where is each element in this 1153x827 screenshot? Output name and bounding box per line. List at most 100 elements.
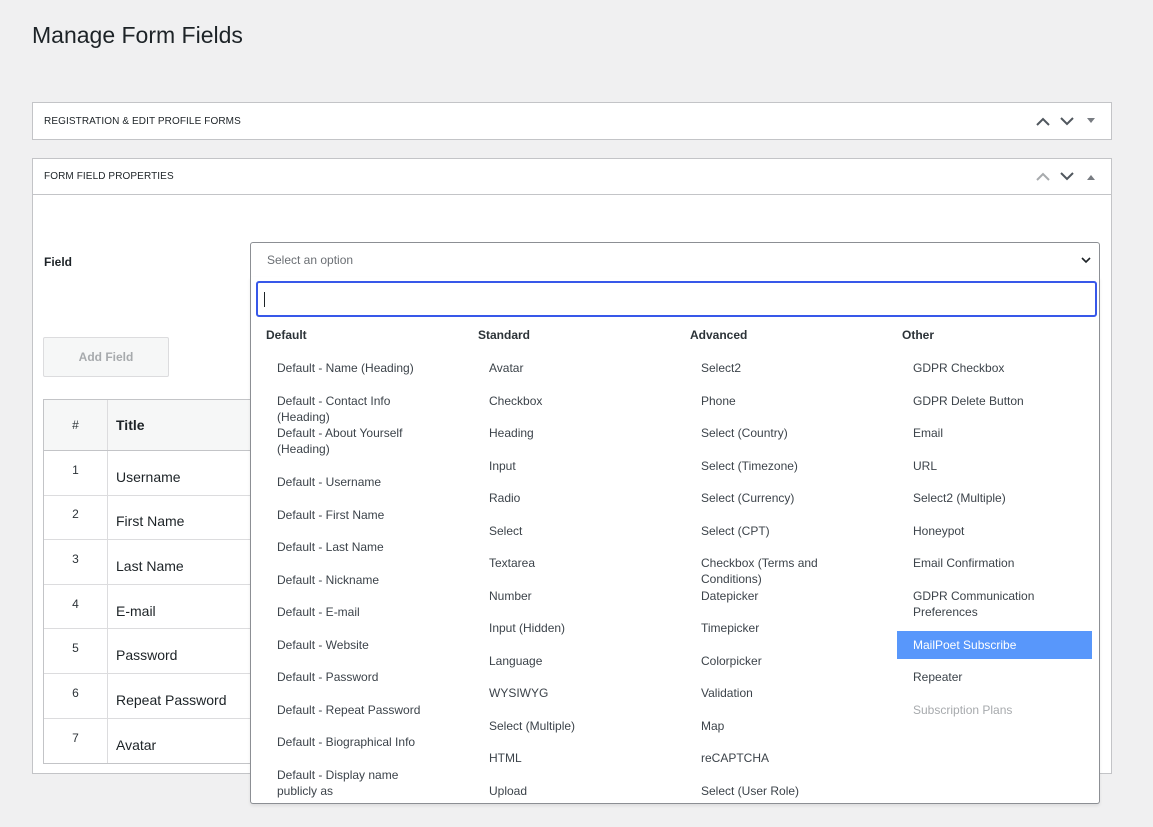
dropdown-option[interactable]: Validation [685,679,880,707]
dropdown-option[interactable]: Default - Contact Info (Heading) [261,387,456,424]
dropdown-option[interactable]: Default - Display name publicly as [261,761,456,798]
column-header-number: # [44,400,108,450]
row-title: First Name [116,513,185,530]
option-group-advanced: Advanced Select2 Phone Select (Country) Sele… [680,327,892,798]
dropdown-option[interactable]: Select (CPT) [685,517,880,545]
dropdown-option[interactable]: Default - Repeat Password [261,696,456,724]
dropdown-option[interactable]: Phone [685,387,880,415]
dropdown-option[interactable]: Checkbox (Terms and Conditions) [685,549,880,586]
select-placeholder: Select an option [267,253,354,267]
row-number: 2 [44,495,108,540]
dropdown-option[interactable]: Default - First Name [261,501,456,529]
dropdown-option[interactable]: Map [685,712,880,740]
dropdown-option[interactable]: Default - Website [261,631,456,659]
dropdown-option[interactable]: Language [473,647,668,675]
dropdown-option[interactable]: MailPoet Subscribe [897,630,1092,659]
dropdown-option[interactable]: Select [473,517,668,545]
dropdown-option[interactable]: Checkbox [473,387,668,415]
dropdown-option[interactable]: Input (Hidden) [473,614,668,642]
column-header-title: Title [116,417,145,433]
row-number: 7 [44,718,108,764]
dropdown-option[interactable]: Select (User Role) [685,777,880,805]
dropdown-option[interactable]: Default - About Yourself (Heading) [261,419,456,464]
box-title: REGISTRATION & EDIT PROFILE FORMS [44,115,241,127]
dropdown-option[interactable]: GDPR Communication Preferences [897,582,1092,627]
move-up-icon[interactable] [1031,172,1055,181]
row-number: 3 [44,540,108,584]
row-title: Password [116,647,178,664]
table-row[interactable]: 4 E-mail [44,584,263,630]
box-header[interactable]: REGISTRATION & EDIT PROFILE FORMS [33,103,1111,139]
row-number: 6 [44,673,108,718]
dropdown-search-input[interactable] [256,281,1097,317]
row-title: Last Name [116,557,184,574]
dropdown-option[interactable]: Colorpicker [685,647,880,675]
option-group-label: Other [902,328,935,342]
option-group-label: Default [266,328,307,342]
table-row[interactable]: 5 Password [44,629,263,674]
text-caret [264,292,265,307]
row-title: Avatar [116,736,157,753]
box-header[interactable]: FORM FIELD PROPERTIES [33,159,1111,195]
toggle-panel-down-icon[interactable] [1079,118,1103,124]
move-down-icon[interactable] [1055,172,1079,181]
fields-table: # Title 1 Username 2 First Name 3 Last Name 4 E… [43,399,263,765]
dropdown-option[interactable]: Email Confirmation [897,549,1092,577]
dropdown-option[interactable]: Default - E-mail [261,598,456,626]
dropdown-option[interactable]: Default - Password [261,663,456,691]
option-group-other: Other GDPR Checkbox GDPR Delete Button Emai… [892,327,1104,717]
dropdown-option[interactable]: reCAPTCHA [685,744,880,772]
dropdown-option[interactable]: Timepicker [685,614,880,642]
dropdown-option[interactable]: Select (Timezone) [685,452,880,480]
table-row[interactable]: 3 Last Name [44,540,263,585]
add-field-button[interactable]: Add Field [43,337,169,377]
table-row[interactable]: 6 Repeat Password [44,673,263,719]
dropdown-option[interactable]: Avatar [473,354,668,382]
dropdown-option[interactable]: Default - Last Name [261,533,456,561]
dropdown-option[interactable]: Upload [473,777,668,805]
dropdown-option[interactable]: Honeypot [897,517,1092,545]
row-title: Repeat Password [116,691,227,708]
option-group-default: Default Default - Name (Heading) Default -… [256,327,468,798]
page-title: Manage Form Fields [32,22,243,48]
dropdown-option[interactable]: Default - Username [261,468,456,496]
dropdown-option[interactable]: GDPR Checkbox [897,354,1092,382]
row-number: 1 [44,451,108,495]
dropdown-option[interactable]: Default - Nickname [261,566,456,594]
dropdown-option[interactable]: Select (Currency) [685,484,880,512]
table-row[interactable]: 1 Username [44,451,263,496]
dropdown-option[interactable]: Default - Name (Heading) [261,354,456,382]
dropdown-option[interactable]: Select (Country) [685,419,880,447]
move-down-icon[interactable] [1055,116,1079,126]
dropdown-option[interactable]: Select (Multiple) [473,712,668,740]
table-row[interactable]: 7 Avatar [44,718,263,764]
dropdown-option[interactable]: GDPR Delete Button [897,387,1092,415]
field-select[interactable]: Select an option [250,242,1100,278]
dropdown-option[interactable]: Radio [473,484,668,512]
row-number: 4 [44,584,108,629]
row-title: E-mail [116,602,156,619]
dropdown-option[interactable]: Email [897,419,1092,447]
dropdown-option[interactable]: Select2 [685,354,880,382]
dropdown-option[interactable]: HTML [473,744,668,772]
dropdown-option[interactable]: Select2 (Multiple) [897,484,1092,512]
registration-edit-profile-box: REGISTRATION & EDIT PROFILE FORMS [32,102,1112,140]
row-title: Username [116,468,181,485]
toggle-panel-up-icon[interactable] [1079,174,1103,180]
option-group-standard: Standard Avatar Checkbox Heading Input Radio S… [468,327,680,798]
dropdown-option[interactable]: Textarea [473,549,668,577]
select-dropdown: Default Default - Name (Heading) Default -… [250,277,1100,804]
dropdown-option[interactable]: Datepicker [685,582,880,610]
move-up-icon[interactable] [1031,117,1055,126]
dropdown-option[interactable]: WYSIWYG [473,679,668,707]
box-title: FORM FIELD PROPERTIES [44,171,174,182]
dropdown-option[interactable]: Repeater [897,663,1092,691]
option-group-label: Standard [478,328,531,342]
row-number: 5 [44,629,108,673]
dropdown-option[interactable]: Number [473,582,668,610]
dropdown-option[interactable]: URL [897,452,1092,480]
dropdown-option[interactable]: Input [473,452,668,480]
dropdown-option[interactable]: Default - Biographical Info [261,728,456,756]
table-row[interactable]: 2 First Name [44,495,263,541]
dropdown-option[interactable]: Heading [473,419,668,447]
